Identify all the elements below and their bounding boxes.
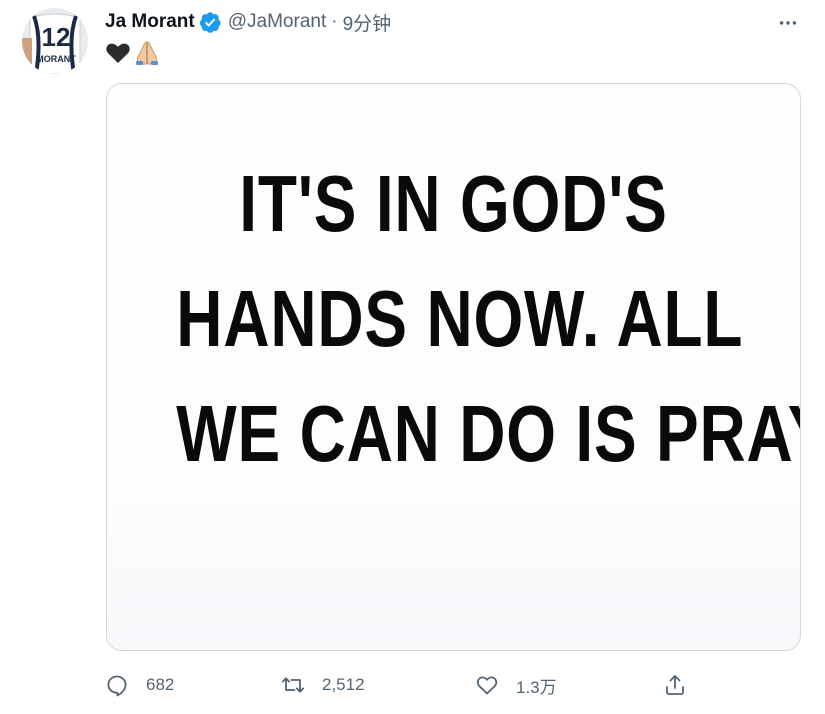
like-button[interactable]: 1.3万 bbox=[475, 671, 557, 699]
media-quote-line: IT'S IN GOD'S bbox=[239, 159, 668, 248]
avatar-image: 12 MORANT bbox=[22, 8, 88, 74]
retweet-button[interactable]: 2,512 bbox=[281, 671, 365, 699]
reply-button[interactable]: 682 bbox=[105, 671, 174, 699]
tweet-header: Ja Morant @JaMorant · 9分钟 bbox=[105, 9, 391, 35]
retweet-icon bbox=[281, 677, 305, 693]
display-name[interactable]: Ja Morant bbox=[105, 11, 195, 33]
media-quote-line: HANDS NOW. ALL bbox=[176, 274, 744, 363]
tweet-actions: 682 2,512 1.3万 bbox=[105, 671, 705, 699]
separator-dot: · bbox=[331, 11, 338, 32]
reply-icon bbox=[107, 675, 127, 697]
retweet-count: 2,512 bbox=[322, 675, 365, 694]
jersey-number: 12 bbox=[42, 22, 71, 52]
media-quote-line: WE CAN DO IS PRAY. bbox=[176, 389, 801, 478]
reply-count: 682 bbox=[146, 675, 175, 694]
tweet: 12 MORANT Ja Morant @JaMorant · 9分钟 IT'S… bbox=[0, 0, 825, 714]
black-heart-icon bbox=[106, 43, 130, 63]
jersey-name: MORANT bbox=[36, 54, 76, 64]
share-button[interactable] bbox=[663, 671, 687, 699]
tweet-timestamp[interactable]: 9分钟 bbox=[343, 9, 392, 36]
avatar[interactable]: 12 MORANT bbox=[22, 8, 88, 74]
author-handle[interactable]: @JaMorant bbox=[228, 11, 327, 33]
verified-badge-icon bbox=[199, 11, 222, 34]
folded-hands-icon bbox=[136, 41, 158, 65]
media-background bbox=[107, 490, 800, 650]
share-icon bbox=[666, 675, 684, 695]
media-quote-text: IT'S IN GOD'S HANDS NOW. ALL WE CAN DO I… bbox=[107, 146, 800, 491]
tweet-media-image[interactable]: IT'S IN GOD'S HANDS NOW. ALL WE CAN DO I… bbox=[106, 83, 801, 651]
like-heart-icon bbox=[476, 676, 498, 695]
more-options-button[interactable] bbox=[775, 10, 801, 36]
tweet-text bbox=[105, 40, 161, 66]
like-count: 1.3万 bbox=[516, 677, 557, 697]
more-dots-icon bbox=[779, 21, 797, 25]
